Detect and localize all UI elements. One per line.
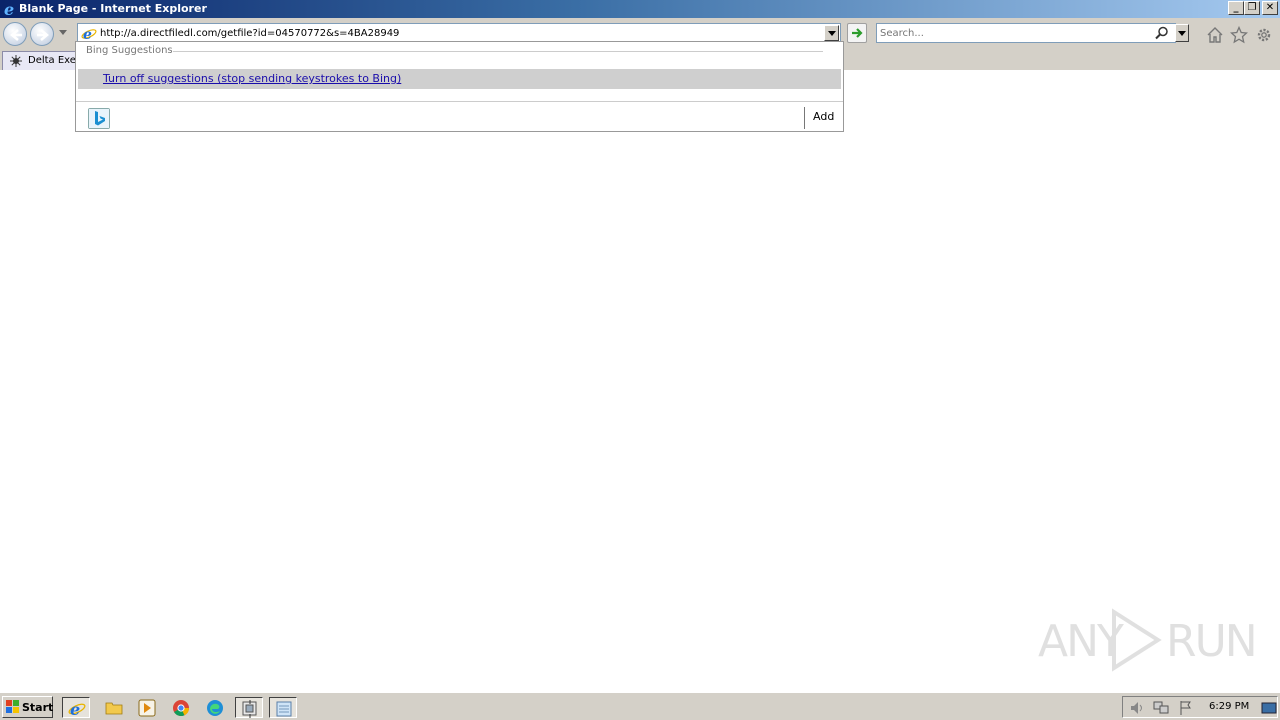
forward-arrow-icon xyxy=(37,29,49,41)
taskbar-media-player[interactable] xyxy=(133,697,161,718)
suggestions-divider xyxy=(76,101,843,102)
system-tray: 6:29 PM xyxy=(1122,696,1278,718)
page-ie-icon: e xyxy=(81,27,97,42)
taskbar-notepad[interactable] xyxy=(269,697,297,718)
close-button[interactable]: ✕ xyxy=(1262,1,1278,15)
folder-icon xyxy=(105,702,123,715)
notepad-icon xyxy=(276,701,292,717)
favorites-star-icon[interactable] xyxy=(1230,26,1248,44)
taskbar-internet-explorer[interactable]: e xyxy=(62,697,90,718)
internet-explorer-icon: e xyxy=(4,1,14,17)
tab-label: Delta Exec xyxy=(28,55,82,66)
go-button[interactable] xyxy=(847,23,867,43)
window-title: Blank Page - Internet Explorer xyxy=(19,2,207,15)
internet-explorer-taskbar-icon: e xyxy=(68,700,86,718)
title-bar: e Blank Page - Internet Explorer _ ❐ ✕ xyxy=(0,0,1280,18)
svg-text:e: e xyxy=(83,27,92,42)
program-window-icon xyxy=(242,700,257,718)
taskbar-chrome[interactable] xyxy=(167,697,195,718)
add-divider xyxy=(804,107,805,129)
volume-icon[interactable] xyxy=(1129,700,1145,716)
search-provider-dropdown[interactable] xyxy=(1175,24,1189,42)
show-desktop-icon[interactable] xyxy=(1261,700,1277,716)
taskbar-edge[interactable] xyxy=(201,697,229,718)
watermark-text-right: RUN xyxy=(1166,616,1258,667)
restore-button[interactable]: ❐ xyxy=(1244,1,1260,15)
edge-icon xyxy=(207,700,223,716)
start-button[interactable]: Start xyxy=(2,696,53,718)
chrome-icon xyxy=(173,700,189,716)
suggestions-dropdown: Bing Suggestions Turn off suggestions (s… xyxy=(75,41,844,132)
minimize-button[interactable]: _ xyxy=(1228,1,1244,15)
bing-logo-icon xyxy=(89,109,109,128)
forward-button[interactable] xyxy=(30,22,54,46)
media-player-icon xyxy=(138,699,156,717)
start-label: Start xyxy=(22,701,54,714)
url-input[interactable] xyxy=(100,25,824,41)
bing-search-button[interactable] xyxy=(88,108,110,129)
suggestions-heading: Bing Suggestions xyxy=(86,45,173,56)
address-dropdown-button[interactable] xyxy=(824,25,839,41)
address-bar[interactable]: e xyxy=(77,23,841,43)
clock[interactable]: 6:29 PM xyxy=(1209,701,1249,712)
taskbar-program-running[interactable] xyxy=(235,697,263,718)
search-icon[interactable] xyxy=(1155,26,1169,40)
taskbar-file-explorer[interactable] xyxy=(100,697,128,718)
svg-text:e: e xyxy=(4,1,14,17)
heading-divider xyxy=(173,51,823,52)
home-icon[interactable] xyxy=(1206,26,1224,44)
settings-gear-icon[interactable] xyxy=(1255,26,1273,44)
search-box[interactable] xyxy=(876,23,1176,43)
turn-off-suggestions-link[interactable]: Turn off suggestions (stop sending keyst… xyxy=(103,72,401,85)
action-center-flag-icon[interactable] xyxy=(1178,700,1194,716)
search-input[interactable] xyxy=(880,25,1150,41)
taskbar: Start e 6:29 PM xyxy=(0,692,1280,720)
network-icon[interactable] xyxy=(1153,700,1169,716)
back-button[interactable] xyxy=(3,22,27,46)
add-search-provider-button[interactable]: Add xyxy=(813,110,834,123)
windows-flag-icon xyxy=(6,700,19,713)
tab-favicon-icon xyxy=(10,55,22,67)
svg-text:e: e xyxy=(70,700,80,718)
back-arrow-icon xyxy=(10,29,22,41)
turn-off-suggestions-item[interactable]: Turn off suggestions (stop sending keyst… xyxy=(78,69,841,89)
anyrun-watermark: ANY RUN xyxy=(1038,608,1258,672)
go-arrow-icon xyxy=(852,28,863,38)
recent-pages-dropdown[interactable] xyxy=(59,30,67,35)
watermark-play-icon xyxy=(1112,608,1162,672)
